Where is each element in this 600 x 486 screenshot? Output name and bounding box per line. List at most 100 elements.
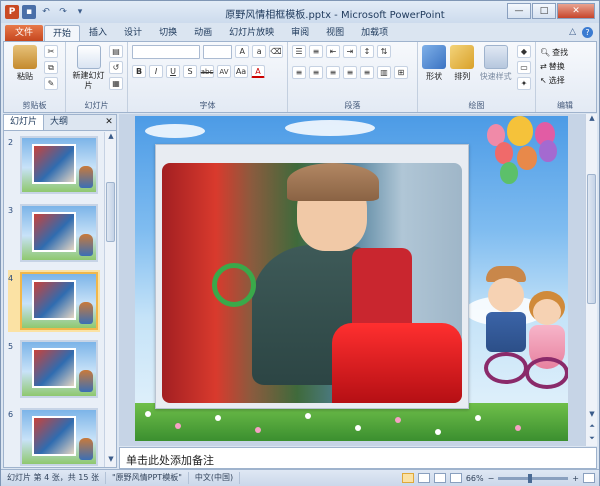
bold-button[interactable]: B [132,65,146,78]
increase-indent-icon[interactable]: ⇥ [343,45,357,58]
language[interactable]: 中文(中国) [189,472,241,484]
text-direction-icon[interactable]: ⇅ [377,45,391,58]
photo-frame[interactable] [155,144,469,409]
pane-close-icon[interactable]: ✕ [102,115,116,130]
change-case-button[interactable]: Aa [234,65,248,78]
distribute-icon[interactable]: ≡ [360,66,374,79]
thumbnail-row[interactable]: 5 [8,338,102,400]
notes-pane[interactable]: 单击此处添加备注 [119,447,597,469]
spacing-button[interactable]: AV [217,65,231,78]
tab-home[interactable]: 开始 [44,25,81,41]
font-size-combo[interactable] [202,45,233,59]
reset-icon[interactable]: ↺ [109,61,123,74]
bullets-icon[interactable]: ☰ [292,45,306,58]
paste-button[interactable]: 粘贴 [8,45,42,90]
tab-animations[interactable]: 动画 [186,25,220,41]
scroll-up-icon[interactable]: ▲ [586,114,598,126]
prev-slide-icon[interactable]: ⏶ [586,422,598,434]
scroll-down-icon[interactable]: ▼ [105,455,117,467]
child-photo[interactable] [162,163,462,403]
thumbnail-row-selected[interactable]: 4 [8,270,102,332]
justify-icon[interactable]: ≡ [343,66,357,79]
zoom-in-icon[interactable]: + [572,474,579,483]
decrease-indent-icon[interactable]: ⇤ [326,45,340,58]
minimize-ribbon-icon[interactable]: △ [569,27,576,38]
powerpoint-icon[interactable]: P [5,5,19,19]
section-icon[interactable]: ▦ [109,77,123,90]
minimize-button[interactable]: — [507,3,531,19]
tab-slideshow[interactable]: 幻灯片放映 [221,25,282,41]
zoom-level[interactable]: 66% [466,474,484,483]
tab-transitions[interactable]: 切换 [151,25,185,41]
line-spacing-icon[interactable]: ↕ [360,45,374,58]
save-icon[interactable]: ▪ [22,5,36,19]
tab-slides[interactable]: 幻灯片 [4,115,45,130]
tab-design[interactable]: 设计 [116,25,150,41]
shrink-font-icon[interactable]: a [252,45,267,58]
slide-canvas[interactable] [135,116,568,441]
cut-icon[interactable]: ✂ [44,45,58,58]
tab-review[interactable]: 审阅 [283,25,317,41]
slide-thumbnail[interactable] [20,408,98,466]
italic-button[interactable]: I [149,65,163,78]
undo-icon[interactable]: ↶ [39,5,53,19]
redo-icon[interactable]: ↷ [56,5,70,19]
tab-insert[interactable]: 插入 [81,25,115,41]
zoom-out-icon[interactable]: − [488,474,495,483]
scroll-thumb[interactable] [587,174,596,304]
grow-font-icon[interactable]: A [235,45,250,58]
thumbnail-row[interactable]: 6 [8,406,102,467]
copy-icon[interactable]: ⧉ [44,61,58,74]
slideshow-view-icon[interactable] [449,473,462,483]
find-button[interactable]: 🔍︎ 查找 [540,45,590,59]
select-button[interactable]: ↖ 选择 [540,73,590,87]
shape-effects-icon[interactable]: ✦ [516,77,531,90]
close-button[interactable]: ✕ [557,3,595,19]
scroll-down-icon[interactable]: ▼ [586,410,598,422]
thumbnail-row[interactable]: 3 [8,202,102,264]
arrange-button[interactable]: 排列 [450,45,475,90]
tab-outline[interactable]: 大纲 [44,115,74,130]
tab-view[interactable]: 视图 [318,25,352,41]
tab-addins[interactable]: 加载项 [353,25,396,41]
scroll-thumb[interactable] [106,182,115,242]
replace-button[interactable]: ⇄ 替换 [540,59,590,73]
scroll-up-icon[interactable]: ▲ [105,132,117,144]
theme-name[interactable]: "原野风情PPT模板" [106,472,189,484]
shadow-button[interactable]: S [183,65,197,78]
numbering-icon[interactable]: ≡ [309,45,323,58]
next-slide-icon[interactable]: ⏷ [586,434,598,446]
customize-qat-icon[interactable]: ▾ [73,5,87,19]
font-name-combo[interactable] [132,45,200,59]
shape-outline-icon[interactable]: ▭ [516,61,531,74]
shape-button[interactable]: 形状 [422,45,447,90]
new-slide-button[interactable]: 新建幻灯片 [70,45,107,91]
slide-thumbnail[interactable] [20,136,98,194]
thumbnail-scrollbar[interactable]: ▲ ▼ [104,132,116,467]
help-icon[interactable]: ? [582,27,593,38]
align-center-icon[interactable]: ≡ [309,66,323,79]
underline-button[interactable]: U [166,65,180,78]
slide-sorter-icon[interactable] [417,473,430,483]
tab-file[interactable]: 文件 [5,25,44,41]
slide-thumbnail-selected[interactable] [20,272,98,330]
thumbnail-row[interactable]: 2 [8,134,102,196]
quick-styles-button[interactable]: 快速样式 [478,45,513,90]
slide-scrollbar[interactable]: ▲ ▼ ⏶ ⏷ [585,114,597,446]
reading-view-icon[interactable] [433,473,446,483]
maximize-button[interactable]: □ [532,3,556,19]
format-painter-icon[interactable]: ✎ [44,77,58,90]
zoom-slider[interactable] [498,473,569,483]
align-left-icon[interactable]: ≡ [292,66,306,79]
align-right-icon[interactable]: ≡ [326,66,340,79]
slide-thumbnail[interactable] [20,340,98,398]
slide-thumbnail[interactable] [20,204,98,262]
shape-fill-icon[interactable]: ◆ [516,45,531,58]
columns-icon[interactable]: ▥ [377,66,391,79]
layout-icon[interactable]: ▤ [109,45,123,58]
fit-slide-icon[interactable] [583,473,595,483]
smartart-icon[interactable]: ⊞ [394,66,408,79]
strike-button[interactable]: abc [200,65,214,78]
normal-view-icon[interactable] [401,473,414,483]
font-color-button[interactable]: A [251,65,265,78]
